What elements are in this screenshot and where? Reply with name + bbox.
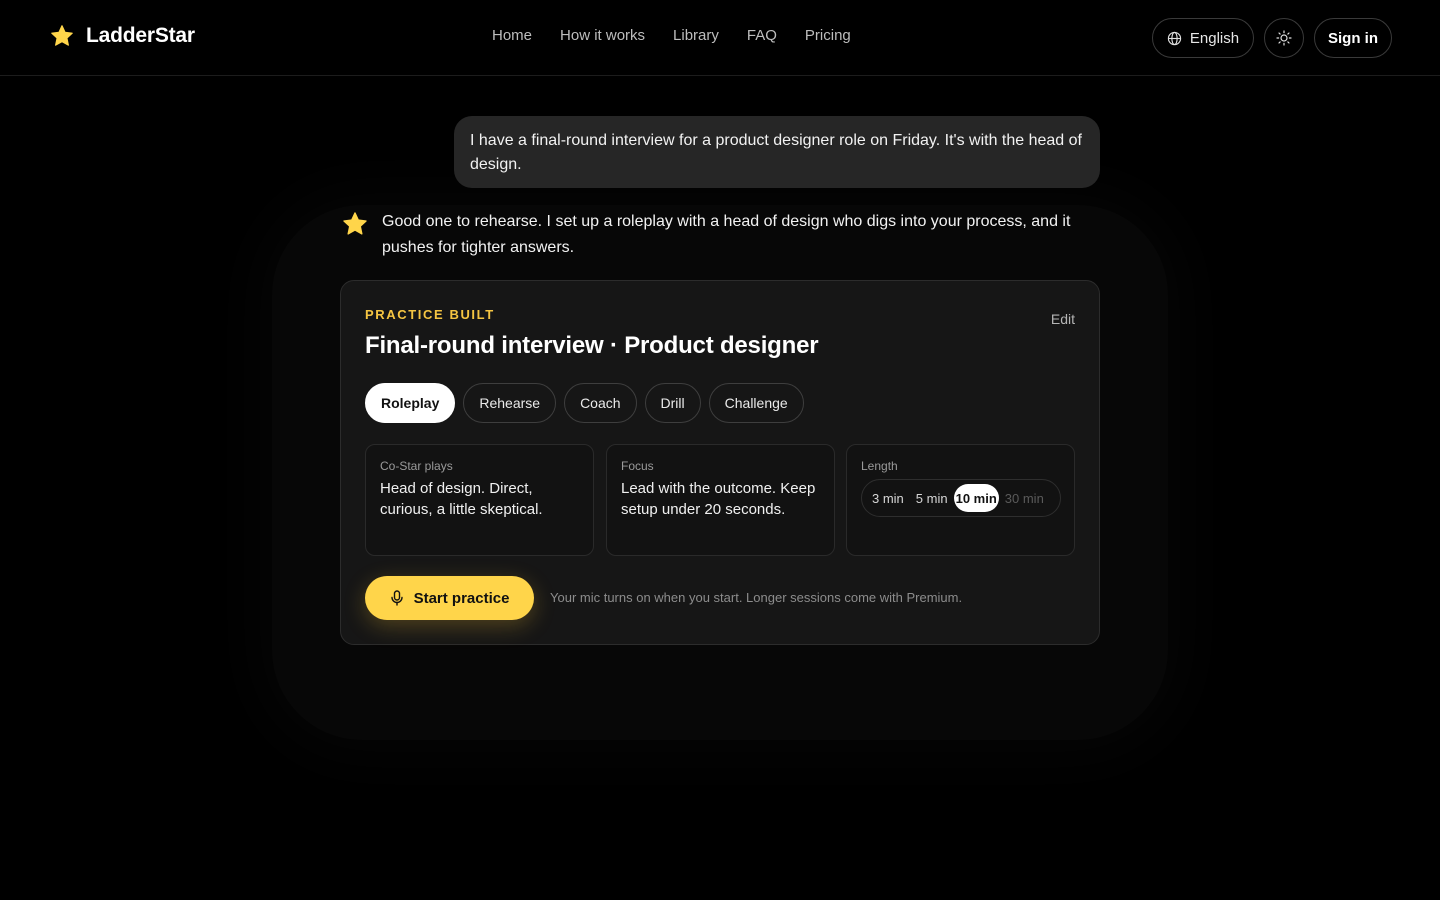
sun-icon — [1276, 30, 1292, 46]
practice-card: PRACTICE BUILT Edit Final-round intervie… — [340, 280, 1100, 645]
costar-value: Head of design. Direct, curious, a littl… — [380, 480, 543, 518]
card-title: Final-round interview · Product designer — [365, 332, 819, 359]
focus-box: Focus Lead with the outcome. Keep setup … — [606, 444, 835, 556]
nav-library[interactable]: Library — [673, 27, 719, 44]
mode-roleplay[interactable]: Roleplay — [365, 383, 456, 423]
costar-label: Co-Star plays — [380, 459, 453, 473]
assistant-star-icon — [343, 212, 367, 235]
brand-logo[interactable]: LadderStar — [50, 24, 195, 48]
card-eyebrow: PRACTICE BUILT — [365, 307, 495, 322]
mode-drill[interactable]: Drill — [644, 383, 701, 423]
focus-value: Lead with the outcome. Keep setup under … — [621, 480, 816, 518]
microphone-icon — [390, 590, 403, 606]
header-actions: English Sign in — [1152, 18, 1392, 58]
language-button[interactable]: English — [1152, 18, 1254, 58]
length-selector: 3 min 5 min 10 min 30 min — [861, 479, 1061, 517]
sign-in-button[interactable]: Sign in — [1314, 18, 1392, 58]
language-label: English — [1189, 29, 1240, 47]
length-option-3-min[interactable]: 3 min — [866, 484, 910, 512]
length-option-5-min[interactable]: 5 min — [910, 484, 954, 512]
length-box: Length 3 min 5 min 10 min 30 min — [846, 444, 1075, 556]
start-note: Your mic turns on when you start. Longer… — [550, 590, 963, 605]
main-nav: Home How it works Library FAQ Pricing — [492, 27, 851, 44]
user-message-bubble: I have a final-round interview for a pro… — [454, 116, 1100, 188]
globe-icon — [1167, 31, 1182, 45]
focus-label: Focus — [621, 459, 654, 473]
nav-faq[interactable]: FAQ — [747, 27, 777, 44]
mode-coach[interactable]: Coach — [564, 383, 637, 423]
mode-selector: Roleplay Rehearse Coach Drill Challenge — [365, 383, 804, 423]
edit-button[interactable]: Edit — [1051, 311, 1075, 327]
assistant-message: Good one to rehearse. I set up a rolepla… — [382, 213, 1071, 256]
length-label: Length — [861, 459, 898, 473]
length-option-30-min[interactable]: 30 min — [999, 484, 1050, 512]
costar-box: Co-Star plays Head of design. Direct, cu… — [365, 444, 594, 556]
top-navigation-bar: LadderStar Home How it works Library FAQ… — [0, 0, 1440, 76]
theme-toggle-button[interactable] — [1264, 18, 1304, 58]
star-logo-icon — [51, 25, 73, 46]
nav-how-it-works[interactable]: How it works — [560, 27, 645, 44]
mode-challenge[interactable]: Challenge — [708, 383, 804, 423]
start-practice-label: Start practice — [413, 589, 510, 607]
mode-rehearse[interactable]: Rehearse — [463, 383, 557, 423]
length-option-10-min[interactable]: 10 min — [953, 484, 999, 512]
start-practice-button[interactable]: Start practice — [365, 576, 534, 620]
nav-home[interactable]: Home — [492, 27, 532, 44]
nav-pricing[interactable]: Pricing — [805, 27, 851, 44]
brand-name: LadderStar — [86, 24, 195, 47]
